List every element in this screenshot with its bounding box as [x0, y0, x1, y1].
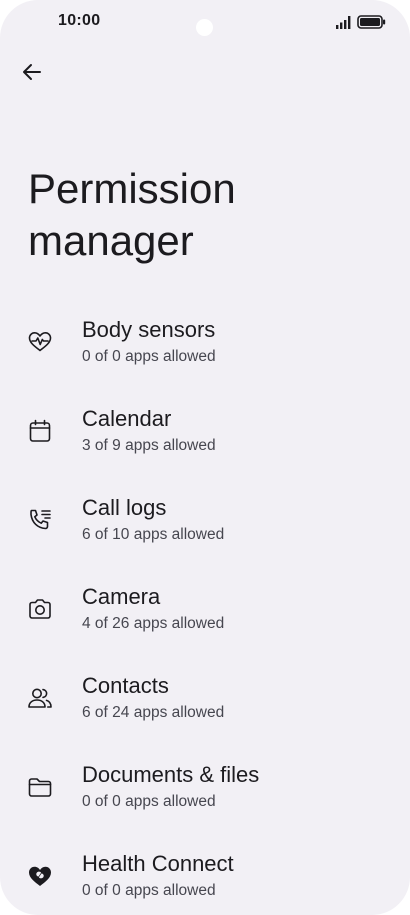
arrow-back-icon: [23, 64, 41, 80]
camera-cutout: [196, 19, 213, 36]
heart-pulse-icon: [28, 332, 52, 352]
camera-icon: [29, 599, 51, 619]
contacts-icon: [28, 688, 52, 708]
permission-item-body-sensors[interactable]: Body sensors 0 of 0 apps allowed: [0, 297, 410, 386]
permission-item-documents-files[interactable]: Documents & files 0 of 0 apps allowed: [0, 742, 410, 831]
folder-icon: [28, 778, 52, 797]
permission-subtitle: 6 of 10 apps allowed: [82, 526, 225, 543]
calendar-icon: [29, 419, 51, 442]
permission-subtitle: 4 of 26 apps allowed: [82, 615, 225, 632]
permission-label: Calendar: [82, 406, 172, 431]
permission-item-camera[interactable]: Camera 4 of 26 apps allowed: [0, 564, 410, 653]
permission-label: Call logs: [82, 495, 167, 520]
permission-label: Body sensors: [82, 317, 216, 342]
phone-log-icon: [30, 509, 51, 530]
permission-subtitle: 3 of 9 apps allowed: [82, 437, 216, 454]
permission-item-contacts[interactable]: Contacts 6 of 24 apps allowed: [0, 653, 410, 742]
phone-screen: 10:00 Permission manager Body sensors 0 …: [0, 0, 410, 915]
health-connect-icon: [29, 866, 51, 886]
permission-label: Documents & files: [82, 762, 260, 787]
permission-subtitle: 6 of 24 apps allowed: [82, 704, 225, 721]
status-bar: 10:00: [0, 0, 410, 46]
permission-item-health-connect[interactable]: Health Connect 0 of 0 apps allowed: [0, 831, 410, 915]
permission-subtitle: 0 of 0 apps allowed: [82, 348, 216, 365]
permission-item-calendar[interactable]: Calendar 3 of 9 apps allowed: [0, 386, 410, 475]
permission-label: Contacts: [82, 673, 169, 698]
page-title: Permission manager: [28, 165, 236, 264]
permission-subtitle: 0 of 0 apps allowed: [82, 882, 216, 899]
permission-label: Camera: [82, 584, 161, 609]
back-button[interactable]: [12, 52, 52, 92]
permission-subtitle: 0 of 0 apps allowed: [82, 793, 216, 810]
permission-list: Body sensors 0 of 0 apps allowed Calenda…: [0, 297, 410, 915]
permission-item-call-logs[interactable]: Call logs 6 of 10 apps allowed: [0, 475, 410, 564]
status-time: 10:00: [58, 12, 101, 29]
signal-icon: [336, 16, 351, 29]
battery-icon: [357, 15, 386, 29]
permission-label: Health Connect: [82, 851, 234, 876]
